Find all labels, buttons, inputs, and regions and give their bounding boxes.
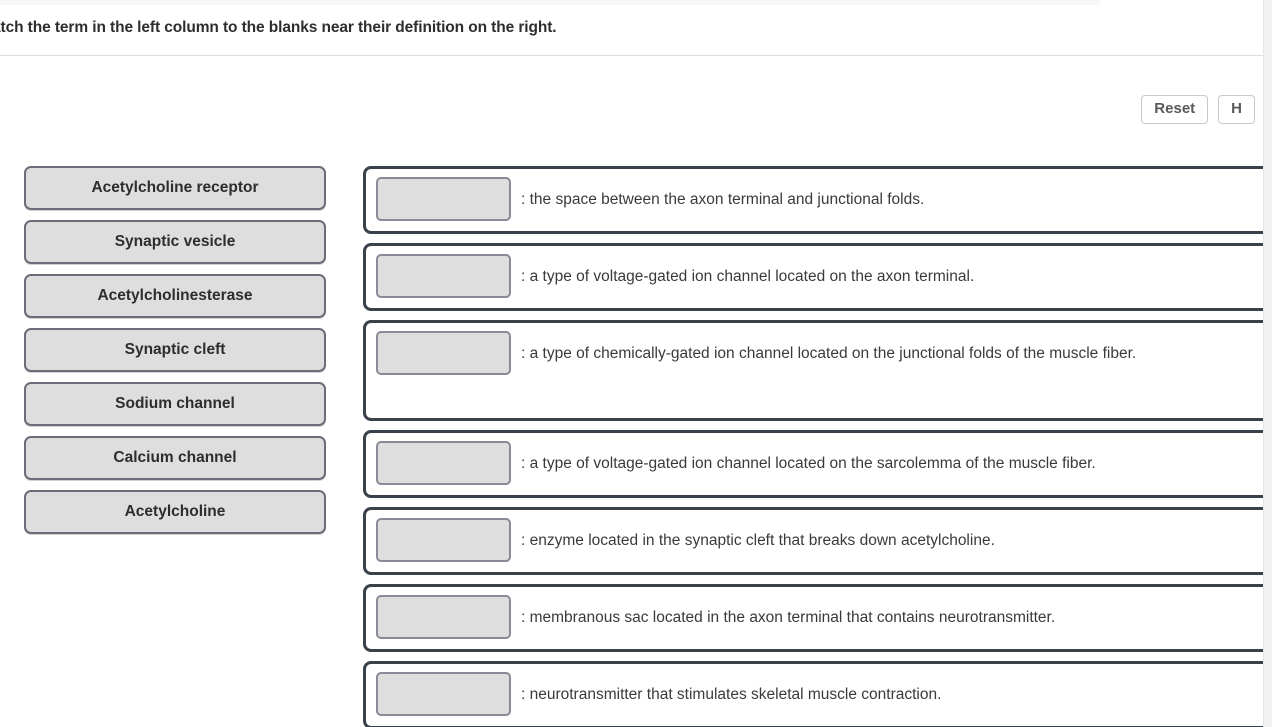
term-tile-label: Synaptic cleft	[124, 341, 226, 358]
term-tile[interactable]: Synaptic vesicle	[24, 220, 326, 264]
term-tile-label: Calcium channel	[113, 449, 237, 466]
definition-row: : a type of voltage-gated ion channel lo…	[363, 430, 1272, 498]
definition-row: : the space between the axon terminal an…	[363, 166, 1272, 234]
term-tile[interactable]: Sodium channel	[24, 382, 326, 426]
drop-slot[interactable]	[376, 331, 511, 375]
drop-slot[interactable]	[376, 595, 511, 639]
definition-row: : neurotransmitter that stimulates skele…	[363, 661, 1272, 727]
definition-text: : a type of voltage-gated ion channel lo…	[521, 454, 1096, 472]
term-tile[interactable]: Acetylcholine receptor	[24, 166, 326, 210]
term-bank: Acetylcholine receptor Synaptic vesicle …	[24, 166, 326, 534]
definition-row: : a type of chemically-gated ion channel…	[363, 320, 1272, 421]
header-divider	[0, 55, 1263, 56]
term-tile[interactable]: Acetylcholine	[24, 490, 326, 534]
definition-row: : a type of voltage-gated ion channel lo…	[363, 243, 1272, 311]
drop-slot[interactable]	[376, 254, 511, 298]
term-tile[interactable]: Calcium channel	[24, 436, 326, 480]
definition-text: : membranous sac located in the axon ter…	[521, 608, 1056, 626]
drop-slot[interactable]	[376, 441, 511, 485]
definition-text: : enzyme located in the synaptic cleft t…	[521, 531, 995, 549]
drop-slot[interactable]	[376, 672, 511, 716]
exercise-toolbar: Reset H	[1141, 95, 1255, 124]
help-button[interactable]: H	[1218, 95, 1255, 124]
term-tile[interactable]: Synaptic cleft	[24, 328, 326, 372]
definition-row: : membranous sac located in the axon ter…	[363, 584, 1272, 652]
reset-button[interactable]: Reset	[1141, 95, 1209, 124]
drop-slot[interactable]	[376, 518, 511, 562]
definition-text: : neurotransmitter that stimulates skele…	[521, 685, 942, 703]
term-tile-label: Sodium channel	[115, 395, 235, 412]
top-background-band	[0, 0, 1100, 5]
definition-list: : the space between the axon terminal an…	[363, 166, 1272, 727]
term-tile[interactable]: Acetylcholinesterase	[24, 274, 326, 318]
term-tile-label: Acetylcholine receptor	[91, 179, 259, 196]
drop-slot[interactable]	[376, 177, 511, 221]
term-tile-label: Synaptic vesicle	[114, 233, 236, 250]
exercise-page: atch the term in the left column to the …	[0, 0, 1272, 727]
page-title: atch the term in the left column to the …	[0, 19, 557, 36]
definition-row: : enzyme located in the synaptic cleft t…	[363, 507, 1272, 575]
definition-text: : the space between the axon terminal an…	[521, 190, 925, 208]
page-right-gutter	[1263, 0, 1272, 727]
definition-text: : a type of voltage-gated ion channel lo…	[521, 267, 975, 285]
term-tile-label: Acetylcholine	[124, 503, 226, 520]
definition-text: : a type of chemically-gated ion channel…	[521, 344, 1137, 362]
term-tile-label: Acetylcholinesterase	[97, 287, 253, 304]
